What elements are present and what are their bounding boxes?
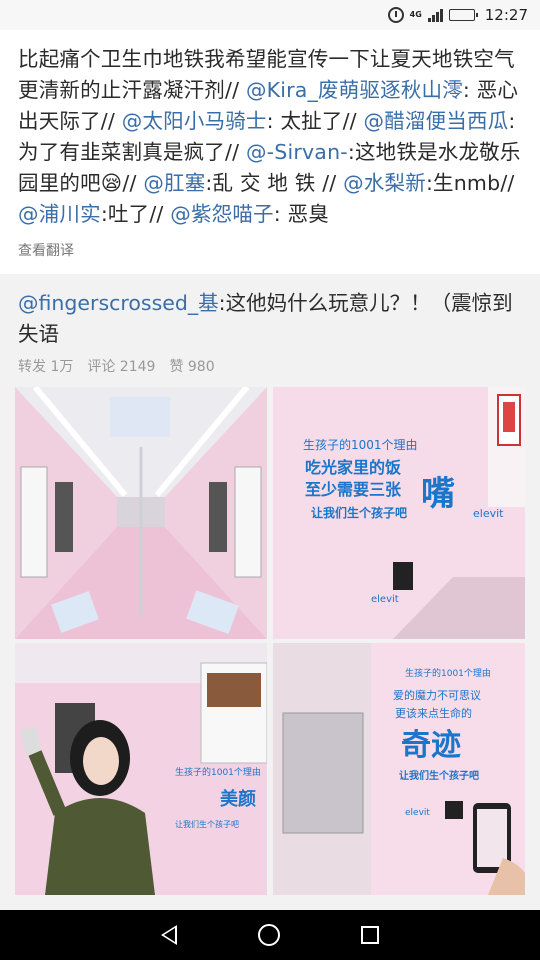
repost-card[interactable]: @fingerscrossed_基:这他妈什么玩意儿？！（震惊到失语 转发 1万… (0, 274, 540, 908)
alarm-icon (387, 7, 404, 23)
ad4-line1: 爱的魔力不可思议 (393, 688, 481, 702)
mention-link[interactable]: @紫怨喵子 (170, 202, 274, 226)
ad4-line2: 更该来点生命的 (395, 706, 472, 720)
home-icon[interactable] (257, 924, 280, 946)
ad4-line3: 让我们生个孩子吧 (399, 769, 479, 782)
clock: 12:27 (484, 6, 528, 24)
mention-link[interactable]: @-Sirvan- (246, 140, 348, 164)
photo-wall-ad[interactable]: 生孩子的1001个理由 吃光家里的饭 至少需要三张 嘴 让我们生个孩子吧 ele… (273, 387, 525, 639)
battery-icon (448, 9, 478, 21)
post-text-segment: : 恶臭 (273, 202, 329, 226)
back-icon[interactable] (160, 925, 177, 945)
mention-link[interactable]: @水梨新 (343, 171, 426, 195)
ad4-brand: elevit (405, 808, 430, 818)
ad2-line3: 嘴 (421, 474, 455, 514)
network-type-label: 4G (409, 10, 422, 19)
mention-link[interactable]: @浦川实 (18, 202, 101, 226)
post-text-segment: : 太扯了// (266, 109, 364, 133)
photo-subway-interior[interactable] (15, 387, 267, 639)
mention-link[interactable]: @Kira_废萌驱逐秋山澪 (246, 78, 463, 102)
ad2-line2: 至少需要三张 (305, 480, 402, 499)
ad2-line1: 吃光家里的饭 (305, 458, 401, 477)
ad3-header: 生孩子的1001个理由 (175, 766, 261, 778)
post-text: 比起痛个卫生巾地铁我希望能宣传一下让夏天地铁空气更清新的止汗露凝汗剂// @Ki… (18, 44, 522, 230)
system-nav-bar (0, 910, 540, 960)
ad2-brand: elevit (473, 507, 504, 520)
like-count[interactable]: 赞 980 (169, 356, 214, 376)
translate-link[interactable]: 查看翻译 (18, 240, 74, 260)
photo-girl-selfie[interactable]: 生孩子的1001个理由 美颜 让我们生个孩子吧 (15, 643, 267, 895)
post-text-segment: :乱 交 地 铁 // (205, 171, 344, 195)
ad4-header: 生孩子的1001个理由 (405, 667, 491, 679)
post-card[interactable]: 比起痛个卫生巾地铁我希望能宣传一下让夏天地铁空气更清新的止汗露凝汗剂// @Ki… (0, 30, 540, 274)
comment-count[interactable]: 评论 2149 (87, 356, 155, 376)
post-text-segment: :生nmb// (425, 171, 515, 195)
ad2-line4: 让我们生个孩子吧 (311, 505, 407, 520)
ad2-brand-small: elevit (371, 594, 399, 605)
forward-count[interactable]: 转发 1万 (18, 356, 73, 376)
repost-text: @fingerscrossed_基:这他妈什么玩意儿？！（震惊到失语 (18, 288, 522, 350)
image-grid: 生孩子的1001个理由 吃光家里的饭 至少需要三张 嘴 让我们生个孩子吧 ele… (15, 387, 525, 895)
status-bar: 4G 12:27 (0, 0, 540, 30)
photo-ad-phone[interactable]: 生孩子的1001个理由 爱的魔力不可思议 更该来点生命的 奇迹 让我们生个孩子吧… (273, 643, 525, 895)
ad3-line: 让我们生个孩子吧 (175, 819, 239, 829)
mention-link[interactable]: @肛塞 (143, 171, 205, 195)
recent-apps-icon[interactable] (361, 926, 380, 944)
ad3-big: 美颜 (220, 788, 256, 810)
post-text-segment: :吐了// (100, 202, 171, 226)
ad4-big: 奇迹 (401, 728, 461, 763)
mention-link[interactable]: @醋溜便当西瓜 (364, 109, 509, 133)
signal-icon (427, 8, 443, 22)
repost-author-link[interactable]: @fingerscrossed_基 (18, 291, 219, 315)
mention-link[interactable]: @太阳小马骑士 (122, 109, 267, 133)
repost-stats: 转发 1万 评论 2149 赞 980 (18, 356, 215, 376)
ad2-header: 生孩子的1001个理由 (303, 437, 418, 452)
